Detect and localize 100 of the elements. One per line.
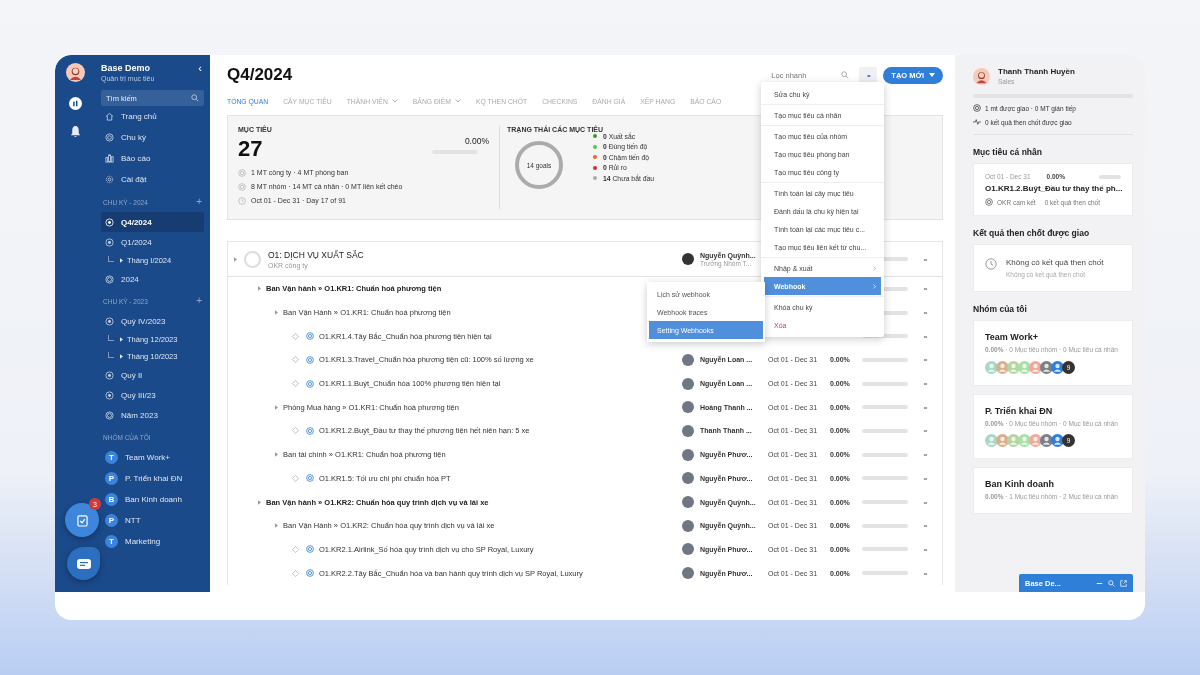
home-icon (105, 112, 114, 121)
expand-icon[interactable] (258, 286, 261, 292)
expand-icon[interactable] (275, 404, 278, 410)
member-avatar-icon (996, 360, 1009, 374)
target-icon (306, 426, 314, 435)
group-letter-icon: T (105, 535, 118, 548)
cycle-item[interactable]: 2024 (101, 269, 204, 289)
collapse-button[interactable]: ‹ (196, 63, 204, 74)
cycle-item[interactable]: Quý II (101, 365, 204, 385)
external-link-icon[interactable] (1120, 579, 1127, 587)
target-icon (973, 104, 981, 112)
target-icon (105, 274, 114, 284)
member-avatar-icon (1051, 434, 1064, 448)
clock-icon (985, 258, 997, 270)
member-avatar-icon (1040, 434, 1053, 448)
target-icon (306, 545, 314, 554)
checklist-icon (76, 513, 88, 527)
progress-ring-icon (244, 250, 261, 268)
member-avatar-icon (996, 434, 1009, 448)
settings-icon (105, 175, 114, 184)
bell-icon[interactable] (68, 125, 82, 138)
diamond-icon (292, 380, 299, 388)
expand-icon[interactable] (275, 310, 278, 316)
expand-icon[interactable] (258, 499, 261, 505)
member-avatar-icon (1007, 434, 1020, 448)
user-avatar-icon (973, 67, 990, 85)
owner-avatar-icon (682, 353, 694, 366)
owner-avatar-icon (682, 401, 694, 414)
group-item[interactable]: P NTT (101, 510, 204, 531)
dashboard-icon[interactable] (68, 97, 82, 110)
user-name: Thanh Thanh Huyền (998, 67, 1075, 76)
chevron-icon (873, 265, 876, 271)
target-icon (306, 474, 314, 483)
expand-icon (120, 354, 123, 359)
member-avatar-icon (1051, 360, 1064, 374)
group-item[interactable]: T Marketing (101, 531, 204, 552)
expand-icon[interactable] (275, 523, 278, 529)
owner-avatar-icon (682, 377, 694, 390)
owner-avatar-icon (682, 543, 694, 556)
search-icon[interactable] (1108, 579, 1115, 587)
owner-avatar-icon (682, 472, 694, 485)
target-icon (306, 379, 314, 388)
expand-icon[interactable] (275, 452, 278, 458)
target-icon (306, 569, 314, 578)
group-name: Team Work+ (985, 332, 1039, 343)
workspace-name: Base Demo (101, 63, 152, 73)
nav-item[interactable]: Cài đặt (101, 169, 204, 190)
group-item[interactable]: T Team Work+ (101, 447, 204, 468)
progress-percent: 0.00% (463, 136, 489, 146)
nav-item[interactable]: Trang chủ (101, 106, 204, 127)
diamond-icon (292, 474, 299, 482)
cycle-item[interactable]: Quý IV/2023 (101, 311, 204, 331)
group-name: P. Triển khai ĐN (985, 405, 1054, 416)
group-item[interactable]: B Ban Kinh doanh (101, 489, 204, 510)
expand-icon[interactable] (234, 256, 237, 262)
nav-item[interactable]: Báo cáo (101, 148, 204, 169)
chart-icon (105, 154, 114, 163)
cycle-item[interactable]: Q1/2024 (101, 232, 204, 252)
cycle-item[interactable]: Quý III/23 (101, 385, 204, 405)
cycle-item[interactable]: Năm 2023 (101, 405, 204, 425)
section-title: Kết quả then chốt được giao (973, 228, 1091, 238)
owner-avatar-icon (682, 253, 694, 265)
objective-title[interactable]: O1: DỊCH VỤ XUẤT SẮC (268, 249, 682, 260)
target-icon (105, 410, 114, 420)
target-icon (985, 198, 993, 206)
member-avatar-icon (985, 434, 998, 448)
member-avatar-icon (985, 360, 998, 374)
target-icon (306, 355, 314, 364)
section-title: Mục tiêu cá nhân (973, 147, 1043, 157)
chevron-icon (873, 283, 876, 289)
caret-icon (929, 73, 935, 77)
group-name: Ban Kinh doanh (985, 479, 1055, 490)
search-icon (841, 71, 850, 79)
cycle-item[interactable]: Q4/2024 (101, 212, 204, 232)
diamond-icon (292, 569, 299, 577)
target-icon (105, 133, 114, 142)
diamond-icon (292, 332, 299, 340)
owner-avatar-icon (682, 496, 694, 509)
radio-icon (105, 316, 114, 326)
expand-icon (120, 258, 123, 263)
add-button[interactable]: + (196, 296, 202, 306)
owner-avatar-icon (682, 424, 694, 437)
group-letter-icon: T (105, 451, 118, 464)
owner-avatar-icon (682, 519, 694, 532)
tasks-button[interactable] (65, 503, 99, 537)
section-title: Nhóm của tôi (973, 304, 1028, 315)
diamond-icon (292, 427, 299, 435)
user-avatar-icon[interactable] (65, 63, 85, 82)
chat-button[interactable] (67, 547, 100, 580)
group-item[interactable]: P P. Triển khai ĐN (101, 468, 204, 489)
goal-count: 27 (238, 136, 263, 162)
target-icon (306, 332, 314, 341)
group-letter-icon: B (105, 493, 118, 506)
add-button[interactable]: + (196, 197, 202, 207)
empty-title: Không có kết quả then chốt (1006, 258, 1104, 269)
owner-avatar-icon (682, 567, 694, 580)
page-title: Q4/2024 (227, 65, 293, 85)
diamond-icon (292, 545, 299, 553)
group-letter-icon: P (105, 472, 118, 485)
nav-item[interactable]: Chu kỳ (101, 127, 204, 148)
